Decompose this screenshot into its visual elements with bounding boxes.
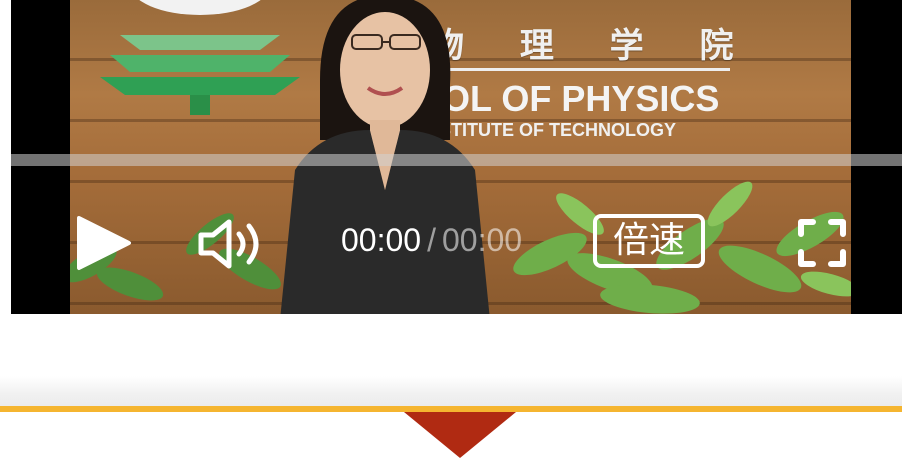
- progress-bar[interactable]: [11, 154, 902, 166]
- down-arrow-icon: [404, 412, 516, 458]
- player-controls: 00:00/00:00 倍速: [11, 210, 902, 274]
- current-time: 00:00: [341, 222, 422, 258]
- fullscreen-icon[interactable]: [797, 218, 847, 268]
- time-separator: /: [427, 222, 436, 258]
- volume-icon[interactable]: [195, 218, 265, 270]
- time-display: 00:00/00:00: [341, 222, 522, 259]
- section-shadow-divider: [0, 376, 902, 406]
- video-player[interactable]: 物 理 学 院 OL OF PHYSICS NSTITUTE OF TECHNO…: [11, 0, 902, 314]
- play-icon[interactable]: [73, 214, 133, 272]
- duration-time: 00:00: [441, 222, 523, 258]
- playback-speed-button[interactable]: 倍速: [593, 214, 705, 268]
